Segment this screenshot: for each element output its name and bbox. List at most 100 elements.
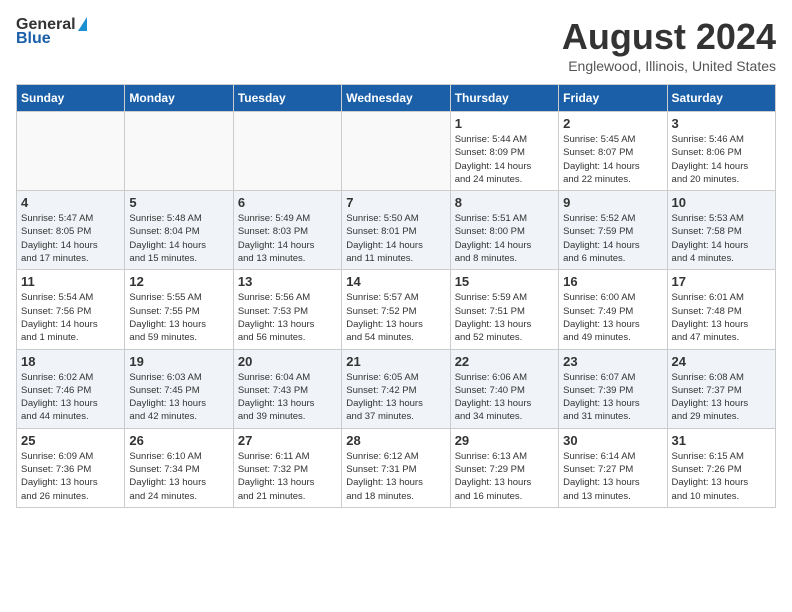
day-cell: 22 Sunrise: 6:06 AMSunset: 7:40 PMDayligh… <box>450 349 558 428</box>
day-number: 23 <box>563 354 662 369</box>
day-info: Sunrise: 5:52 AMSunset: 7:59 PMDaylight:… <box>563 212 662 265</box>
weekday-header-row: SundayMondayTuesdayWednesdayThursdayFrid… <box>17 85 776 112</box>
day-number: 22 <box>455 354 554 369</box>
day-cell <box>233 112 341 191</box>
day-info: Sunrise: 6:03 AMSunset: 7:45 PMDaylight:… <box>129 371 228 424</box>
day-cell: 16 Sunrise: 6:00 AMSunset: 7:49 PMDayligh… <box>559 270 667 349</box>
day-cell: 11 Sunrise: 5:54 AMSunset: 7:56 PMDayligh… <box>17 270 125 349</box>
week-row-5: 25 Sunrise: 6:09 AMSunset: 7:36 PMDayligh… <box>17 428 776 507</box>
day-number: 21 <box>346 354 445 369</box>
day-info: Sunrise: 6:15 AMSunset: 7:26 PMDaylight:… <box>672 450 771 503</box>
day-number: 9 <box>563 195 662 210</box>
day-cell: 21 Sunrise: 6:05 AMSunset: 7:42 PMDayligh… <box>342 349 450 428</box>
week-row-2: 4 Sunrise: 5:47 AMSunset: 8:05 PMDaylight… <box>17 191 776 270</box>
day-info: Sunrise: 6:00 AMSunset: 7:49 PMDaylight:… <box>563 291 662 344</box>
day-info: Sunrise: 5:57 AMSunset: 7:52 PMDaylight:… <box>346 291 445 344</box>
day-info: Sunrise: 6:05 AMSunset: 7:42 PMDaylight:… <box>346 371 445 424</box>
day-number: 20 <box>238 354 337 369</box>
day-cell: 20Sunrise: 6:04 AMSunset: 7:43 PMDayligh… <box>233 349 341 428</box>
day-cell: 24 Sunrise: 6:08 AMSunset: 7:37 PMDayligh… <box>667 349 775 428</box>
day-number: 25 <box>21 433 120 448</box>
day-number: 8 <box>455 195 554 210</box>
day-cell: 17 Sunrise: 6:01 AMSunset: 7:48 PMDayligh… <box>667 270 775 349</box>
day-number: 12 <box>129 274 228 289</box>
day-number: 31 <box>672 433 771 448</box>
weekday-header-saturday: Saturday <box>667 85 775 112</box>
day-cell: 4 Sunrise: 5:47 AMSunset: 8:05 PMDaylight… <box>17 191 125 270</box>
day-number: 4 <box>21 195 120 210</box>
day-cell: 14Sunrise: 5:57 AMSunset: 7:52 PMDayligh… <box>342 270 450 349</box>
week-row-4: 18 Sunrise: 6:02 AMSunset: 7:46 PMDayligh… <box>17 349 776 428</box>
day-number: 6 <box>238 195 337 210</box>
weekday-header-sunday: Sunday <box>17 85 125 112</box>
day-info: Sunrise: 5:51 AMSunset: 8:00 PMDaylight:… <box>455 212 554 265</box>
day-info: Sunrise: 5:49 AMSunset: 8:03 PMDaylight:… <box>238 212 337 265</box>
weekday-header-tuesday: Tuesday <box>233 85 341 112</box>
day-info: Sunrise: 5:54 AMSunset: 7:56 PMDaylight:… <box>21 291 120 344</box>
day-cell: 18 Sunrise: 6:02 AMSunset: 7:46 PMDayligh… <box>17 349 125 428</box>
day-cell: 5 Sunrise: 5:48 AMSunset: 8:04 PMDaylight… <box>125 191 233 270</box>
day-number: 5 <box>129 195 228 210</box>
day-cell: 26Sunrise: 6:10 AMSunset: 7:34 PMDayligh… <box>125 428 233 507</box>
logo: General Blue <box>16 16 87 48</box>
day-cell: 23Sunrise: 6:07 AMSunset: 7:39 PMDayligh… <box>559 349 667 428</box>
day-cell: 9 Sunrise: 5:52 AMSunset: 7:59 PMDaylight… <box>559 191 667 270</box>
day-cell: 27Sunrise: 6:11 AMSunset: 7:32 PMDayligh… <box>233 428 341 507</box>
day-info: Sunrise: 5:53 AMSunset: 7:58 PMDaylight:… <box>672 212 771 265</box>
day-cell: 3 Sunrise: 5:46 AMSunset: 8:06 PMDaylight… <box>667 112 775 191</box>
day-info: Sunrise: 5:45 AMSunset: 8:07 PMDaylight:… <box>563 133 662 186</box>
day-number: 17 <box>672 274 771 289</box>
day-number: 3 <box>672 116 771 131</box>
day-cell: 7 Sunrise: 5:50 AMSunset: 8:01 PMDaylight… <box>342 191 450 270</box>
day-number: 13 <box>238 274 337 289</box>
day-cell: 25 Sunrise: 6:09 AMSunset: 7:36 PMDayligh… <box>17 428 125 507</box>
day-cell: 31 Sunrise: 6:15 AMSunset: 7:26 PMDayligh… <box>667 428 775 507</box>
day-info: Sunrise: 6:08 AMSunset: 7:37 PMDaylight:… <box>672 371 771 424</box>
calendar: SundayMondayTuesdayWednesdayThursdayFrid… <box>16 84 776 508</box>
title-area: August 2024 Englewood, Illinois, United … <box>562 16 776 74</box>
day-info: Sunrise: 6:06 AMSunset: 7:40 PMDaylight:… <box>455 371 554 424</box>
day-cell: 28 Sunrise: 6:12 AMSunset: 7:31 PMDayligh… <box>342 428 450 507</box>
day-number: 10 <box>672 195 771 210</box>
day-info: Sunrise: 6:10 AMSunset: 7:34 PMDaylight:… <box>129 450 228 503</box>
day-number: 16 <box>563 274 662 289</box>
day-info: Sunrise: 5:47 AMSunset: 8:05 PMDaylight:… <box>21 212 120 265</box>
day-cell: 8 Sunrise: 5:51 AMSunset: 8:00 PMDaylight… <box>450 191 558 270</box>
day-number: 24 <box>672 354 771 369</box>
day-cell: 10 Sunrise: 5:53 AMSunset: 7:58 PMDayligh… <box>667 191 775 270</box>
day-info: Sunrise: 5:50 AMSunset: 8:01 PMDaylight:… <box>346 212 445 265</box>
month-title: August 2024 <box>562 16 776 58</box>
day-number: 2 <box>563 116 662 131</box>
day-info: Sunrise: 6:09 AMSunset: 7:36 PMDaylight:… <box>21 450 120 503</box>
weekday-header-friday: Friday <box>559 85 667 112</box>
day-number: 11 <box>21 274 120 289</box>
day-info: Sunrise: 6:14 AMSunset: 7:27 PMDaylight:… <box>563 450 662 503</box>
day-cell <box>342 112 450 191</box>
subtitle: Englewood, Illinois, United States <box>562 58 776 74</box>
day-number: 19 <box>129 354 228 369</box>
day-info: Sunrise: 5:56 AMSunset: 7:53 PMDaylight:… <box>238 291 337 344</box>
day-cell: 2 Sunrise: 5:45 AMSunset: 8:07 PMDaylight… <box>559 112 667 191</box>
day-info: Sunrise: 6:11 AMSunset: 7:32 PMDaylight:… <box>238 450 337 503</box>
day-number: 28 <box>346 433 445 448</box>
day-info: Sunrise: 5:44 AMSunset: 8:09 PMDaylight:… <box>455 133 554 186</box>
day-info: Sunrise: 6:01 AMSunset: 7:48 PMDaylight:… <box>672 291 771 344</box>
weekday-header-monday: Monday <box>125 85 233 112</box>
day-info: Sunrise: 5:46 AMSunset: 8:06 PMDaylight:… <box>672 133 771 186</box>
day-number: 7 <box>346 195 445 210</box>
day-info: Sunrise: 5:55 AMSunset: 7:55 PMDaylight:… <box>129 291 228 344</box>
day-info: Sunrise: 6:12 AMSunset: 7:31 PMDaylight:… <box>346 450 445 503</box>
day-cell: 29 Sunrise: 6:13 AMSunset: 7:29 PMDayligh… <box>450 428 558 507</box>
logo-triangle-icon <box>78 17 87 31</box>
day-info: Sunrise: 6:02 AMSunset: 7:46 PMDaylight:… <box>21 371 120 424</box>
logo-blue-text: Blue <box>16 30 87 48</box>
day-number: 15 <box>455 274 554 289</box>
header: General Blue August 2024 Englewood, Illi… <box>16 16 776 74</box>
day-number: 30 <box>563 433 662 448</box>
weekday-header-thursday: Thursday <box>450 85 558 112</box>
day-number: 29 <box>455 433 554 448</box>
day-cell <box>17 112 125 191</box>
day-number: 18 <box>21 354 120 369</box>
day-info: Sunrise: 5:48 AMSunset: 8:04 PMDaylight:… <box>129 212 228 265</box>
day-info: Sunrise: 6:13 AMSunset: 7:29 PMDaylight:… <box>455 450 554 503</box>
